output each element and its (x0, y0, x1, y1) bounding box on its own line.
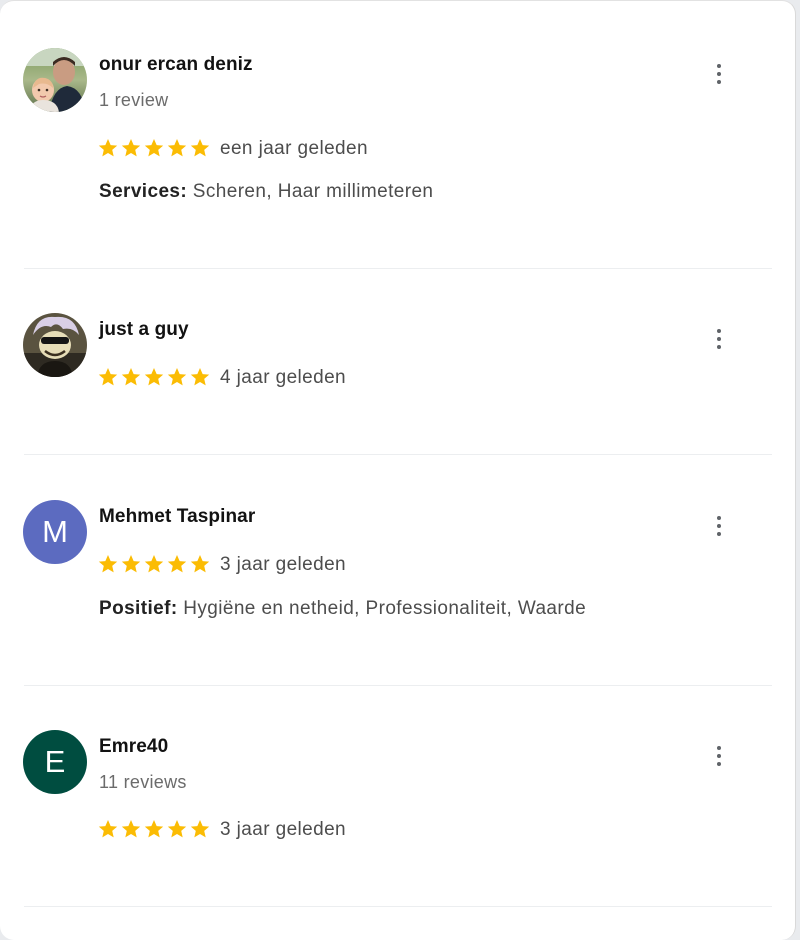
more-vert-icon-dot (717, 532, 721, 536)
star-rating (97, 137, 211, 159)
divider (24, 906, 772, 907)
star-icon (144, 820, 164, 838)
more-options-button[interactable] (708, 59, 730, 89)
star-icon (167, 820, 187, 838)
review-date: een jaar geleden (220, 138, 368, 159)
more-vert-icon-dot (717, 524, 721, 528)
reviewer-review-count[interactable]: 1 review (99, 90, 168, 111)
reviews-card: onur ercan deniz 1 review een jaar geled… (0, 0, 796, 940)
star-icon (144, 139, 164, 157)
more-vert-icon (717, 746, 721, 750)
reviewer-avatar[interactable]: M (23, 500, 87, 564)
review-attributes: Positief: Hygiëne en netheid, Profession… (99, 598, 586, 620)
star-rating (97, 366, 211, 388)
star-icon (121, 820, 141, 838)
star-icon (190, 820, 210, 838)
review-date: 3 jaar geleden (220, 554, 347, 575)
avatar-letter: E (44, 744, 66, 779)
star-icon (167, 368, 187, 386)
star-icon (98, 555, 118, 573)
attribute-value: Scheren, Haar millimeteren (192, 181, 434, 202)
review-date: 3 jaar geleden (220, 819, 347, 840)
star-icon (190, 368, 210, 386)
reviewer-review-count[interactable]: 11 reviews (99, 772, 187, 793)
avatar-photo-icon (23, 313, 87, 377)
more-vert-icon (717, 329, 721, 333)
more-vert-icon-dot (717, 72, 721, 76)
more-vert-icon-dot (717, 345, 721, 349)
review-attributes: Services: Scheren, Haar millimeteren (99, 181, 433, 203)
more-options-button[interactable] (708, 741, 730, 771)
review-date: 4 jaar geleden (220, 367, 347, 388)
star-icon (167, 555, 187, 573)
attribute-label: Positief: (99, 598, 178, 619)
more-options-button[interactable] (708, 324, 730, 354)
reviewer-avatar[interactable] (23, 48, 87, 112)
reviewer-avatar[interactable]: E (23, 730, 87, 794)
avatar-photo-icon (23, 48, 87, 112)
reviewer-name[interactable]: onur ercan deniz (99, 54, 253, 76)
star-icon (98, 368, 118, 386)
reviewer-avatar[interactable] (23, 313, 87, 377)
star-icon (98, 820, 118, 838)
star-icon (121, 555, 141, 573)
star-icon (167, 139, 187, 157)
star-icon (144, 555, 164, 573)
star-icon (121, 139, 141, 157)
more-vert-icon-dot (717, 337, 721, 341)
more-vert-icon (717, 516, 721, 520)
divider (24, 454, 772, 455)
divider (24, 268, 772, 269)
more-vert-icon-dot (717, 754, 721, 758)
reviewer-name[interactable]: just a guy (99, 319, 189, 341)
star-rating (97, 818, 211, 840)
more-vert-icon (717, 64, 721, 68)
more-vert-icon-dot (717, 762, 721, 766)
more-vert-icon-dot (717, 80, 721, 84)
star-icon (121, 368, 141, 386)
more-options-button[interactable] (708, 511, 730, 541)
attribute-value: Hygiëne en netheid, Professionaliteit, W… (183, 598, 587, 619)
star-rating (97, 553, 211, 575)
star-icon (190, 139, 210, 157)
attribute-label: Services: (99, 181, 188, 202)
divider (24, 685, 772, 686)
star-icon (190, 555, 210, 573)
reviewer-name[interactable]: Mehmet Taspinar (99, 506, 255, 528)
reviewer-name[interactable]: Emre40 (99, 736, 168, 758)
avatar-letter: M (42, 514, 68, 549)
star-icon (98, 139, 118, 157)
star-icon (144, 368, 164, 386)
